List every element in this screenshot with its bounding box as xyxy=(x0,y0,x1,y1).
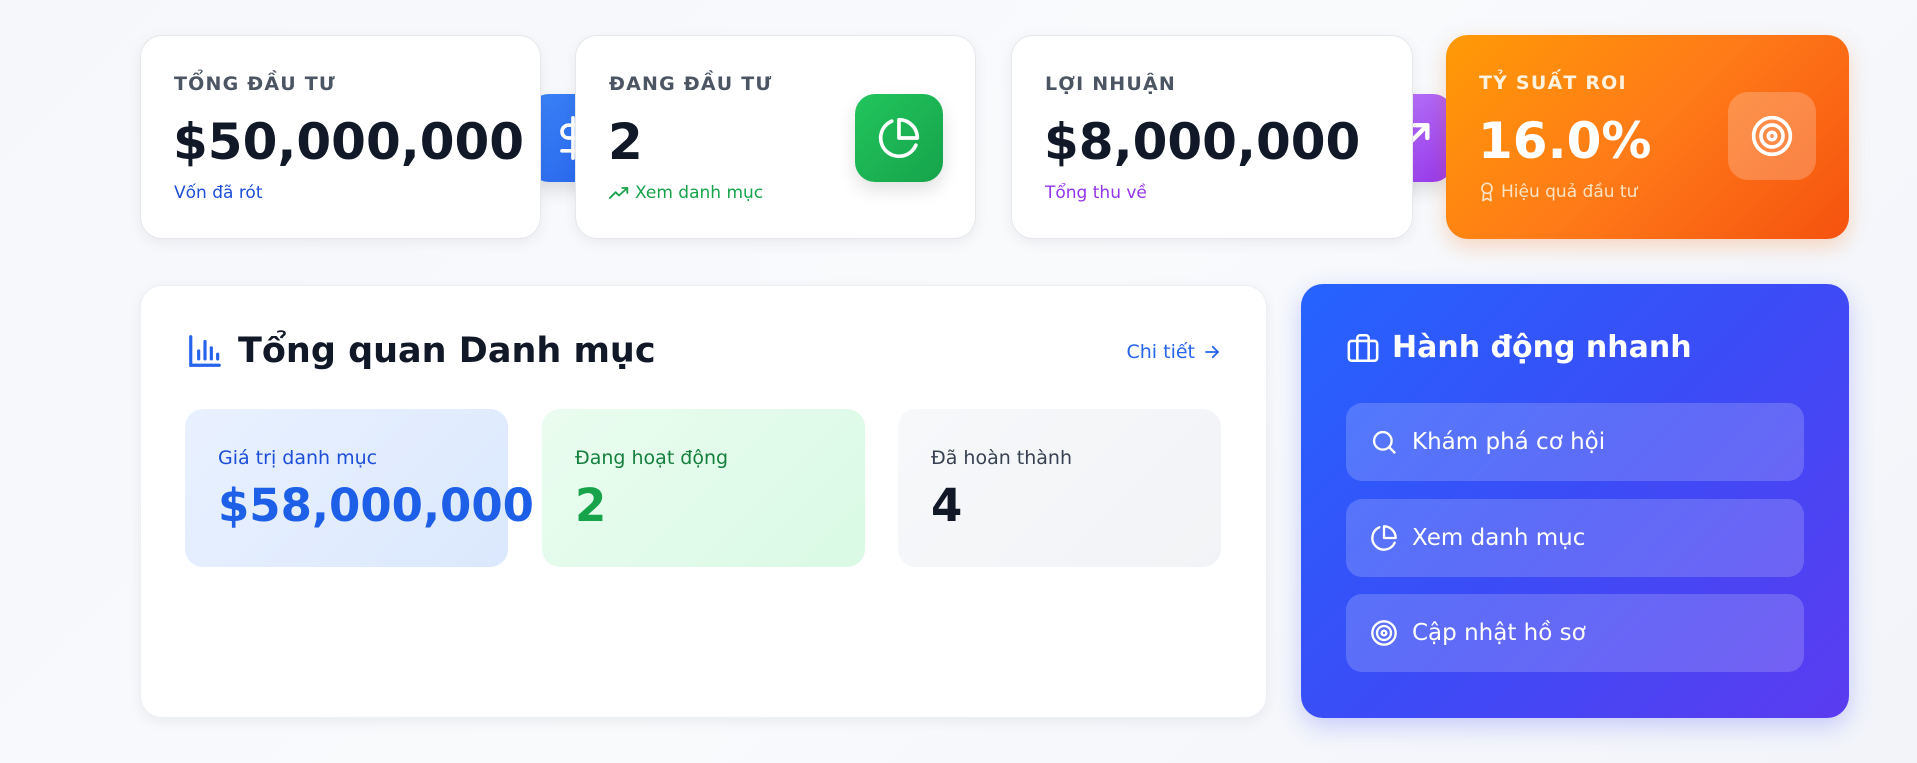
quick-actions-header: Hành động nhanh xyxy=(1346,330,1692,365)
stat-subtext-label: Xem danh mục xyxy=(635,183,764,203)
stat-card-roi: TỶ SUẤT ROI 16.0% Hiệu quả đầu tư xyxy=(1446,35,1849,239)
details-link[interactable]: Chi tiết xyxy=(1127,341,1222,363)
explore-opportunities-button[interactable]: Khám phá cơ hội xyxy=(1346,403,1804,481)
stat-card-total-investment: TỔNG ĐẦU TƯ $50,000,000 Vốn đã rót xyxy=(140,35,541,239)
search-icon xyxy=(1372,430,1396,454)
metric-portfolio-value: Giá trị danh mục $58,000,000 xyxy=(185,409,534,567)
update-profile-button[interactable]: Cập nhật hồ sơ xyxy=(1346,594,1804,672)
arrow-right-icon xyxy=(1205,345,1219,359)
quick-actions-panel: Hành động nhanh Khám phá cơ hội Xem danh… xyxy=(1301,284,1849,718)
quick-action-label: Khám phá cơ hội xyxy=(1412,429,1606,455)
stat-subtext-label: Hiệu quả đầu tư xyxy=(1501,182,1638,202)
quick-action-label: Xem danh mục xyxy=(1412,525,1586,551)
stat-label: TỔNG ĐẦU TƯ xyxy=(174,73,336,95)
stat-label: LỢI NHUẬN xyxy=(1045,73,1177,95)
quick-action-label: Cập nhật hồ sơ xyxy=(1412,620,1586,646)
pie-chart-icon xyxy=(855,94,943,182)
dashboard: TỔNG ĐẦU TƯ $50,000,000 Vốn đã rót ĐANG … xyxy=(0,0,1917,763)
details-link-label: Chi tiết xyxy=(1126,341,1196,363)
target-icon xyxy=(1371,620,1397,646)
pie-chart-icon xyxy=(1371,525,1397,551)
stat-card-profit: LỢI NHUẬN $8,000,000 Tổng thu về xyxy=(1011,35,1413,239)
stat-card-active-investments: ĐANG ĐẦU TƯ 2 Xem danh mục xyxy=(575,35,976,239)
metric-label: Giá trị danh mục xyxy=(218,447,378,469)
metric-value: 2 xyxy=(575,479,607,532)
stat-subtext: Vốn đã rót xyxy=(174,183,263,203)
bar-chart-icon xyxy=(189,335,221,367)
stat-label: TỶ SUẤT ROI xyxy=(1479,72,1627,94)
metric-label: Đã hoàn thành xyxy=(931,447,1073,469)
view-portfolio-button[interactable]: Xem danh mục xyxy=(1346,499,1804,577)
target-icon xyxy=(1728,92,1816,180)
stat-label: ĐANG ĐẦU TƯ xyxy=(609,73,773,95)
quick-actions-title: Hành động nhanh xyxy=(1392,330,1692,365)
metric-value: $58,000,000 xyxy=(218,479,534,532)
stat-subtext: Hiệu quả đầu tư xyxy=(1479,182,1637,202)
view-portfolio-link[interactable]: Xem danh mục xyxy=(609,183,763,203)
stat-subtext-label: Tổng thu về xyxy=(1045,183,1147,203)
metric-value: 4 xyxy=(931,479,963,532)
stat-subtext-label: Vốn đã rót xyxy=(174,183,263,203)
stat-value: 16.0% xyxy=(1478,112,1652,170)
portfolio-overview-panel: Tổng quan Danh mục Chi tiết Giá trị danh… xyxy=(140,285,1267,718)
trending-up-icon xyxy=(609,187,629,199)
metric-label: Đang hoạt động xyxy=(575,447,729,469)
panel-title: Tổng quan Danh mục xyxy=(238,331,656,371)
panel-header: Tổng quan Danh mục xyxy=(186,331,656,371)
stat-value: $50,000,000 xyxy=(173,113,525,171)
stat-value: $8,000,000 xyxy=(1044,113,1361,171)
stat-subtext: Tổng thu về xyxy=(1045,183,1147,203)
metric-completed: Đã hoàn thành 4 xyxy=(898,409,1221,567)
briefcase-icon xyxy=(1347,333,1379,362)
stat-value: 2 xyxy=(608,113,643,171)
award-icon xyxy=(1481,182,1493,202)
metric-active: Đang hoạt động 2 xyxy=(542,409,865,567)
